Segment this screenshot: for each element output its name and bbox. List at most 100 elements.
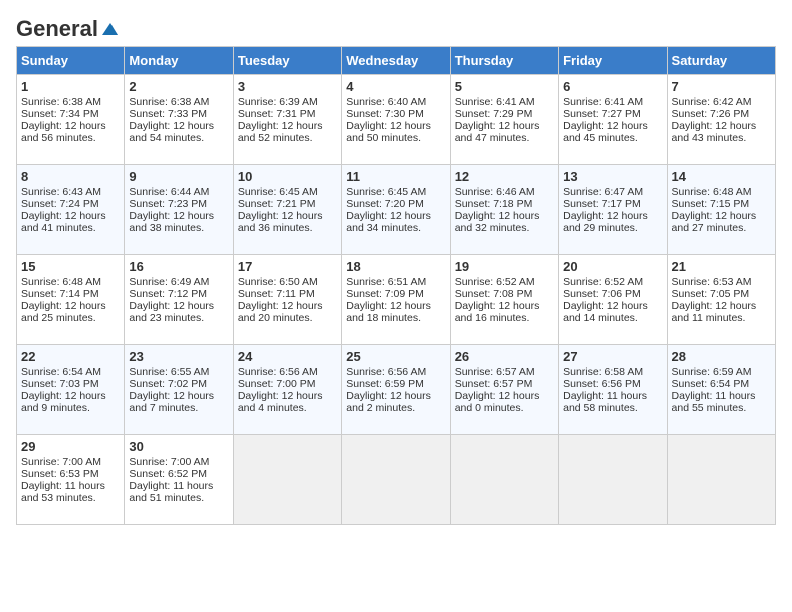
- day-info: Sunrise: 6:57 AM: [455, 366, 554, 378]
- day-info: Sunrise: 6:43 AM: [21, 186, 120, 198]
- calendar-cell: 21Sunrise: 6:53 AMSunset: 7:05 PMDayligh…: [667, 255, 775, 345]
- day-info: Daylight: 12 hours and 50 minutes.: [346, 120, 445, 144]
- calendar-cell: 29Sunrise: 7:00 AMSunset: 6:53 PMDayligh…: [17, 435, 125, 525]
- calendar-cell: [342, 435, 450, 525]
- day-info: Daylight: 12 hours and 27 minutes.: [672, 210, 771, 234]
- day-number: 1: [21, 79, 120, 94]
- day-info: Sunrise: 6:56 AM: [238, 366, 337, 378]
- day-info: Daylight: 12 hours and 54 minutes.: [129, 120, 228, 144]
- day-info: Sunrise: 6:40 AM: [346, 96, 445, 108]
- day-info: Daylight: 12 hours and 20 minutes.: [238, 300, 337, 324]
- day-info: Sunset: 7:23 PM: [129, 198, 228, 210]
- day-number: 3: [238, 79, 337, 94]
- day-info: Daylight: 12 hours and 2 minutes.: [346, 390, 445, 414]
- day-info: Sunset: 7:18 PM: [455, 198, 554, 210]
- day-info: Sunrise: 6:41 AM: [455, 96, 554, 108]
- day-info: Sunrise: 6:44 AM: [129, 186, 228, 198]
- day-info: Sunrise: 6:41 AM: [563, 96, 662, 108]
- day-info: Sunrise: 6:39 AM: [238, 96, 337, 108]
- week-row-5: 29Sunrise: 7:00 AMSunset: 6:53 PMDayligh…: [17, 435, 776, 525]
- day-info: Sunset: 7:02 PM: [129, 378, 228, 390]
- calendar-cell: [450, 435, 558, 525]
- day-number: 14: [672, 169, 771, 184]
- day-info: Daylight: 12 hours and 34 minutes.: [346, 210, 445, 234]
- calendar-cell: 17Sunrise: 6:50 AMSunset: 7:11 PMDayligh…: [233, 255, 341, 345]
- calendar-cell: 10Sunrise: 6:45 AMSunset: 7:21 PMDayligh…: [233, 165, 341, 255]
- day-info: Sunrise: 6:55 AM: [129, 366, 228, 378]
- day-number: 6: [563, 79, 662, 94]
- day-info: Sunset: 6:54 PM: [672, 378, 771, 390]
- day-info: Sunrise: 6:38 AM: [21, 96, 120, 108]
- calendar-cell: 27Sunrise: 6:58 AMSunset: 6:56 PMDayligh…: [559, 345, 667, 435]
- day-info: Daylight: 12 hours and 43 minutes.: [672, 120, 771, 144]
- calendar-cell: 7Sunrise: 6:42 AMSunset: 7:26 PMDaylight…: [667, 75, 775, 165]
- col-header-wednesday: Wednesday: [342, 47, 450, 75]
- day-info: Sunset: 7:21 PM: [238, 198, 337, 210]
- day-info: Sunrise: 6:56 AM: [346, 366, 445, 378]
- day-number: 30: [129, 439, 228, 454]
- col-header-saturday: Saturday: [667, 47, 775, 75]
- day-number: 8: [21, 169, 120, 184]
- day-info: Daylight: 11 hours and 58 minutes.: [563, 390, 662, 414]
- day-number: 7: [672, 79, 771, 94]
- calendar-table: SundayMondayTuesdayWednesdayThursdayFrid…: [16, 46, 776, 525]
- day-info: Daylight: 12 hours and 32 minutes.: [455, 210, 554, 234]
- day-info: Daylight: 12 hours and 45 minutes.: [563, 120, 662, 144]
- day-info: Daylight: 12 hours and 0 minutes.: [455, 390, 554, 414]
- col-header-friday: Friday: [559, 47, 667, 75]
- day-number: 29: [21, 439, 120, 454]
- day-info: Daylight: 12 hours and 16 minutes.: [455, 300, 554, 324]
- calendar-cell: 11Sunrise: 6:45 AMSunset: 7:20 PMDayligh…: [342, 165, 450, 255]
- day-info: Sunset: 7:11 PM: [238, 288, 337, 300]
- day-number: 19: [455, 259, 554, 274]
- calendar-cell: [559, 435, 667, 525]
- day-info: Daylight: 12 hours and 56 minutes.: [21, 120, 120, 144]
- calendar-cell: 24Sunrise: 6:56 AMSunset: 7:00 PMDayligh…: [233, 345, 341, 435]
- day-number: 16: [129, 259, 228, 274]
- calendar-cell: 19Sunrise: 6:52 AMSunset: 7:08 PMDayligh…: [450, 255, 558, 345]
- calendar-cell: 20Sunrise: 6:52 AMSunset: 7:06 PMDayligh…: [559, 255, 667, 345]
- day-info: Daylight: 12 hours and 4 minutes.: [238, 390, 337, 414]
- logo: General: [16, 16, 120, 38]
- day-info: Sunrise: 6:49 AM: [129, 276, 228, 288]
- calendar-cell: [667, 435, 775, 525]
- day-number: 26: [455, 349, 554, 364]
- day-info: Sunset: 6:57 PM: [455, 378, 554, 390]
- calendar-cell: 26 Sunrise: 6:57 AMSunset: 6:57 PMDayligh…: [450, 345, 558, 435]
- week-row-3: 15Sunrise: 6:48 AMSunset: 7:14 PMDayligh…: [17, 255, 776, 345]
- calendar-cell: 8Sunrise: 6:43 AMSunset: 7:24 PMDaylight…: [17, 165, 125, 255]
- day-info: Sunset: 7:12 PM: [129, 288, 228, 300]
- day-info: Sunset: 7:05 PM: [672, 288, 771, 300]
- day-info: Sunset: 7:17 PM: [563, 198, 662, 210]
- calendar-cell: 12Sunrise: 6:46 AMSunset: 7:18 PMDayligh…: [450, 165, 558, 255]
- col-header-sunday: Sunday: [17, 47, 125, 75]
- calendar-cell: 6 Sunrise: 6:41 AMSunset: 7:27 PMDaylight…: [559, 75, 667, 165]
- day-info: Sunset: 7:08 PM: [455, 288, 554, 300]
- week-row-4: 22Sunrise: 6:54 AMSunset: 7:03 PMDayligh…: [17, 345, 776, 435]
- day-info: Sunrise: 6:54 AM: [21, 366, 120, 378]
- day-number: 9: [129, 169, 228, 184]
- day-number: 22: [21, 349, 120, 364]
- day-info: Sunrise: 6:45 AM: [346, 186, 445, 198]
- day-number: 4: [346, 79, 445, 94]
- day-number: 11: [346, 169, 445, 184]
- day-info: Daylight: 11 hours and 53 minutes.: [21, 480, 120, 504]
- day-info: Sunset: 6:56 PM: [563, 378, 662, 390]
- calendar-cell: 30Sunrise: 7:00 AMSunset: 6:52 PMDayligh…: [125, 435, 233, 525]
- day-info: Sunset: 7:24 PM: [21, 198, 120, 210]
- col-header-tuesday: Tuesday: [233, 47, 341, 75]
- day-info: Sunset: 7:09 PM: [346, 288, 445, 300]
- day-info: Daylight: 12 hours and 23 minutes.: [129, 300, 228, 324]
- day-number: 20: [563, 259, 662, 274]
- week-row-1: 1Sunrise: 6:38 AMSunset: 7:34 PMDaylight…: [17, 75, 776, 165]
- day-info: Daylight: 11 hours and 55 minutes.: [672, 390, 771, 414]
- day-info: Sunset: 7:27 PM: [563, 108, 662, 120]
- day-info: Sunset: 7:30 PM: [346, 108, 445, 120]
- day-info: Sunset: 7:31 PM: [238, 108, 337, 120]
- day-info: Sunrise: 6:48 AM: [21, 276, 120, 288]
- day-info: Sunset: 6:52 PM: [129, 468, 228, 480]
- day-info: Daylight: 12 hours and 11 minutes.: [672, 300, 771, 324]
- col-header-monday: Monday: [125, 47, 233, 75]
- day-info: Daylight: 12 hours and 29 minutes.: [563, 210, 662, 234]
- calendar-cell: 1Sunrise: 6:38 AMSunset: 7:34 PMDaylight…: [17, 75, 125, 165]
